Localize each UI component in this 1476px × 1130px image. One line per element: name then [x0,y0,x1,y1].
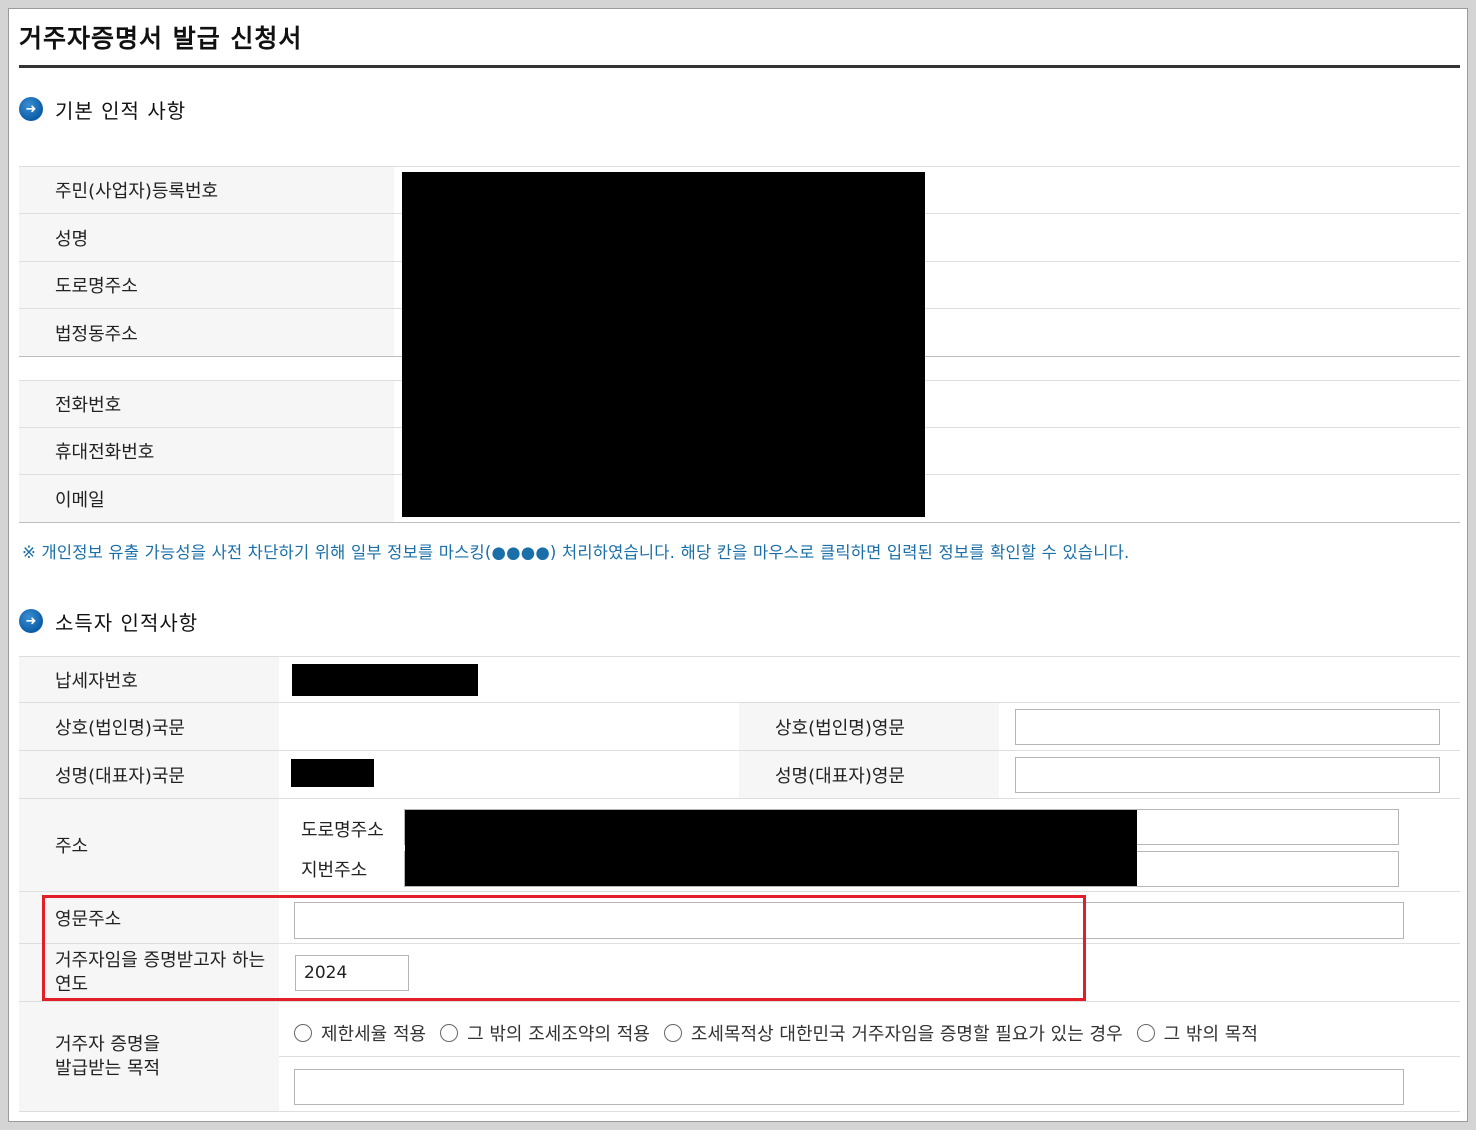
road-address-sublabel: 도로명주소 [301,820,384,841]
application-form-panel: 거주자증명서 발급 신청서 ➜ 기본 인적 사항 주민(사업자)등록번호 성명 … [8,8,1468,1122]
purpose-row: 거주자 증명을 발급받는 목적 [19,1002,1460,1112]
address-row: 주소 도로명주소 지번주소 [19,799,1460,892]
legal-address-label: 법정동주소 [19,309,394,356]
highlight-annotation-box [42,895,1086,1001]
name-en-label: 성명(대표자)영문 [739,751,999,798]
road-address-label: 도로명주소 [19,262,394,308]
arrow-right-icon: ➜ [19,97,43,121]
title-divider [19,65,1460,68]
company-en-field [1015,709,1440,745]
purpose-option-label: 제한세율 적용 [321,1024,427,1045]
company-name-row: 상호(법인명)국문 상호(법인명)영문 [19,703,1460,751]
income-section-title: 소득자 인적사항 [55,610,199,635]
redacted-taxpayer-number [292,664,478,696]
arrow-right-icon: ➜ [19,609,43,633]
purpose-option-label: 그 밖의 목적 [1163,1024,1258,1045]
mobile-label: 휴대전화번호 [19,428,394,474]
purpose-option-other[interactable]: 그 밖의 목적 [1136,1020,1258,1046]
purpose-option-label: 그 밖의 조세조약의 적용 [467,1024,650,1045]
taxpayer-number-label: 납세자번호 [19,657,279,702]
radio-button-icon[interactable] [294,1024,312,1042]
income-section-header: ➜ 소득자 인적사항 [19,607,198,635]
purpose-option-other-treaty[interactable]: 그 밖의 조세조약의 적용 [440,1020,650,1046]
radio-button-icon[interactable] [1136,1024,1155,1042]
name-kr-label: 성명(대표자)국문 [19,751,279,798]
representative-name-row: 성명(대표자)국문 성명(대표자)영문 [19,751,1460,799]
company-kr-label: 상호(법인명)국문 [19,703,279,750]
resident-number-label: 주민(사업자)등록번호 [19,167,394,213]
purpose-label: 거주자 증명을 발급받는 목적 [19,1002,279,1111]
redacted-personal-info [402,172,925,517]
name-label: 성명 [19,214,394,261]
name-en-field[interactable] [1015,757,1440,793]
address-label: 주소 [19,799,279,891]
purpose-option-reduced-rate[interactable]: 제한세율 적용 [294,1020,426,1046]
masking-notice: ※ 개인정보 유출 가능성을 사전 차단하기 위해 일부 정보를 마스킹(●●●… [22,543,1130,562]
company-en-label: 상호(법인명)영문 [739,703,999,750]
page-title: 거주자증명서 발급 신청서 [19,24,303,53]
email-label: 이메일 [19,475,394,522]
purpose-option-label: 조세목적상 대한민국 거주자임을 증명할 필요가 있는 경우 [690,1024,1123,1045]
basic-section-title: 기본 인적 사항 [55,98,187,123]
taxpayer-number-row: 납세자번호 [19,656,1460,703]
purpose-divider [279,1056,1460,1057]
purpose-detail-field [294,1069,1404,1105]
purpose-radio-group: 제한세율 적용 그 밖의 조세조약의 적용 조세목적상 대한민국 거주자임을 증… [294,1020,1272,1046]
phone-label: 전화번호 [19,381,394,427]
redacted-name [291,759,374,787]
radio-button-icon[interactable] [440,1024,459,1042]
lot-address-sublabel: 지번주소 [301,860,368,881]
redacted-address [405,810,1137,886]
radio-button-icon[interactable] [663,1024,682,1042]
basic-section-header: ➜ 기본 인적 사항 [19,95,186,123]
purpose-option-residency-proof[interactable]: 조세목적상 대한민국 거주자임을 증명할 필요가 있는 경우 [663,1020,1123,1046]
